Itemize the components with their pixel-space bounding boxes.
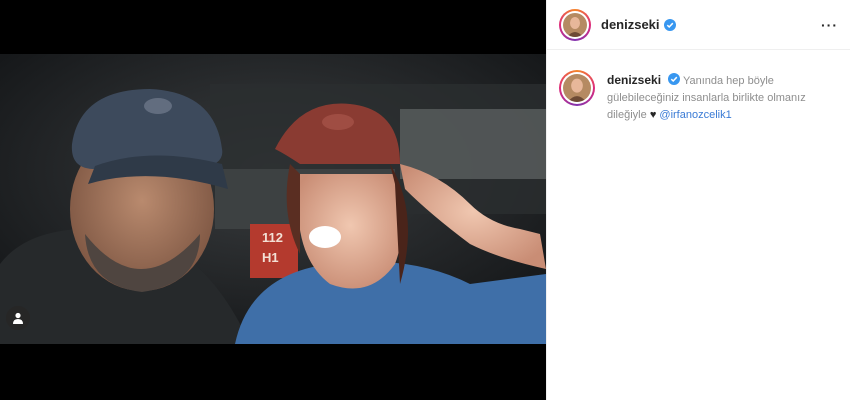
red-sign: 112 H1 (250, 224, 298, 278)
caption-body: denizseki Yanında hep böyle gülebileceği… (607, 72, 827, 124)
more-options-icon[interactable]: ··· (821, 17, 838, 33)
media-pane: 112 H1 (0, 0, 546, 400)
post-header: denizseki ··· (547, 0, 850, 50)
header-username[interactable]: denizseki (601, 17, 660, 32)
svg-text:112: 112 (262, 230, 283, 245)
heart-icon: ♥ (649, 109, 657, 121)
svg-text:H1: H1 (262, 250, 279, 265)
verified-badge-icon (668, 73, 681, 85)
profile-avatar[interactable] (559, 8, 591, 41)
caption-username[interactable]: denizseki (607, 73, 661, 87)
mention-link[interactable]: @irfanozcelik1 (659, 109, 731, 121)
tagged-people-button[interactable] (6, 306, 30, 330)
verified-badge-icon (663, 18, 676, 31)
post-details-pane: denizseki ··· denizseki Yanında hep böyl… (546, 0, 850, 400)
post-photo[interactable]: 112 H1 (0, 54, 546, 344)
caption-avatar[interactable] (559, 70, 595, 106)
user-tag-icon (13, 312, 23, 324)
caption-comment: denizseki Yanında hep böyle gülebileceği… (547, 50, 850, 124)
